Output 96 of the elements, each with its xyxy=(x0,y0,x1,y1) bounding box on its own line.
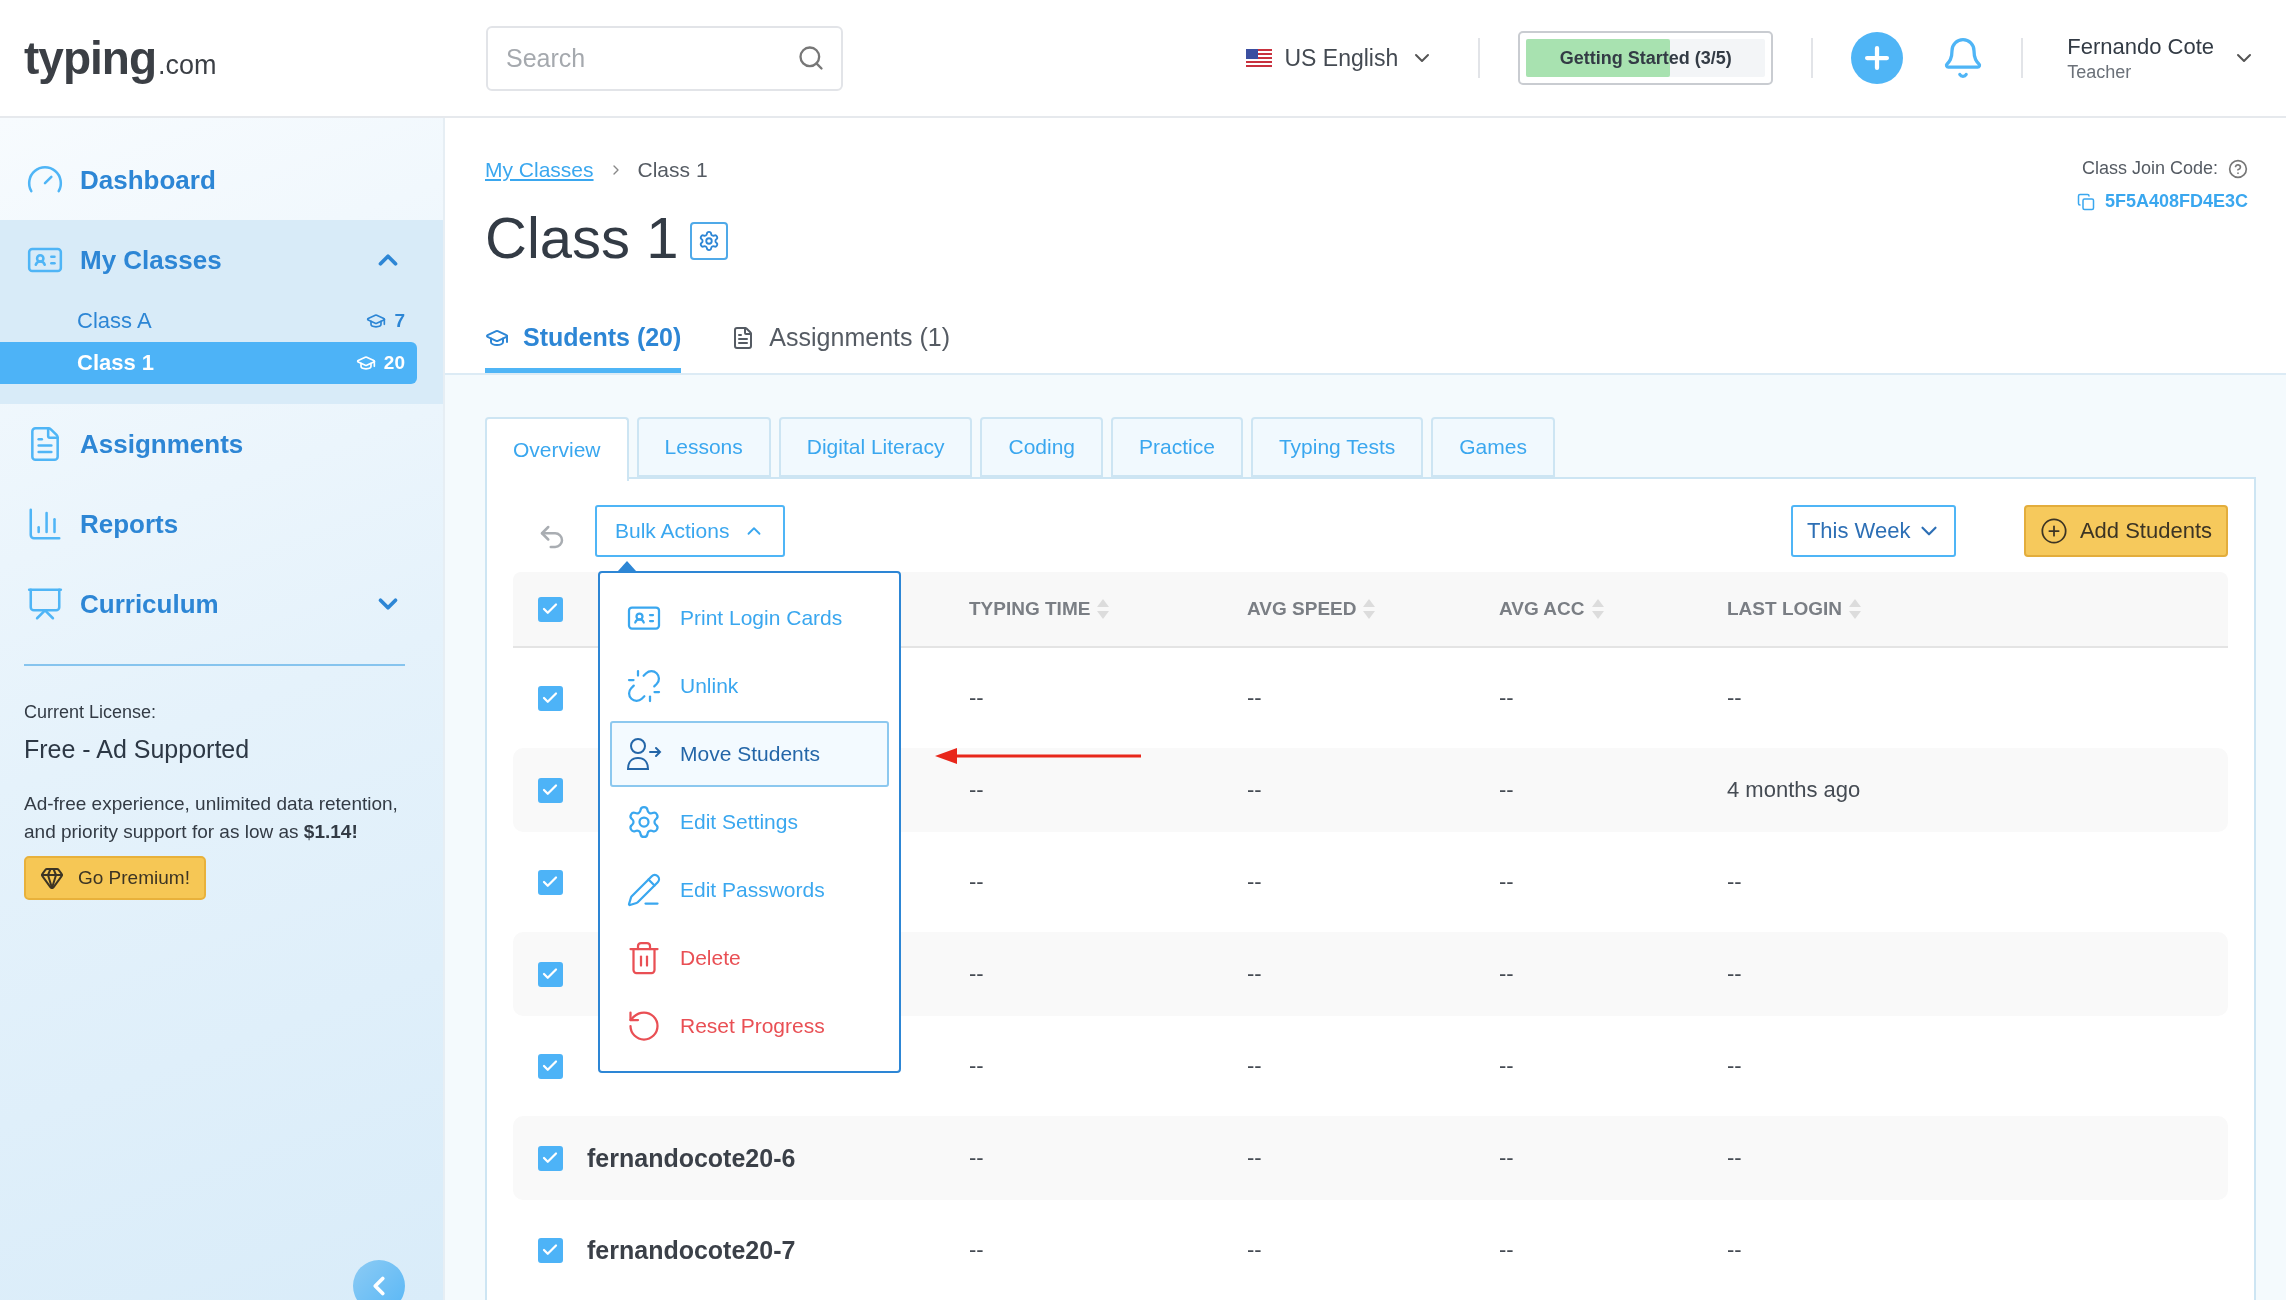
table-cell-text: 4 months ago xyxy=(1727,777,1862,803)
class-settings-button[interactable] xyxy=(690,221,729,260)
language-dropdown[interactable]: US English xyxy=(1240,43,1441,73)
sub-tab[interactable]: Digital Literacy xyxy=(778,417,973,477)
plus-circle-icon xyxy=(2039,517,2068,545)
page-title: Class 1 xyxy=(485,204,679,271)
sort-icon[interactable] xyxy=(1590,598,1605,620)
table-cell-text: -- xyxy=(969,777,985,803)
sort-icon[interactable] xyxy=(1848,598,1863,620)
pencil-icon xyxy=(626,872,662,908)
sub-tab[interactable]: Games xyxy=(1431,417,1555,477)
nav-item[interactable]: My Classes xyxy=(0,220,443,300)
license-plan: Free - Ad Supported xyxy=(24,735,251,764)
table-cell-text: -- xyxy=(1499,961,1515,987)
graduation-cap-icon xyxy=(366,311,387,331)
table-cell-text: -- xyxy=(969,1237,985,1263)
table-cell-text: -- xyxy=(1727,1145,1743,1171)
nav-item[interactable]: Assignments xyxy=(0,404,443,484)
undo-arrow-icon xyxy=(626,1008,662,1044)
join-code[interactable]: 5F5A408FD4E3C xyxy=(2104,191,2248,212)
table-cell-text: -- xyxy=(1499,1237,1515,1263)
table-cell-text: -- xyxy=(1499,777,1515,803)
table-cell-text: -- xyxy=(1247,869,1263,895)
user-menu[interactable]: Fernando Cote Teacher xyxy=(2061,32,2262,84)
collapse-sidebar-button[interactable] xyxy=(353,1260,405,1300)
tab[interactable]: Assignments (1) xyxy=(731,323,950,373)
checkbox[interactable] xyxy=(537,1145,563,1171)
table-cell-text: -- xyxy=(1499,1053,1515,1079)
student-name[interactable]: fernandocote20-6 xyxy=(587,1143,969,1173)
table-cell-text: -- xyxy=(1727,1237,1743,1263)
table-cell-text: -- xyxy=(969,961,985,987)
premium-description: Ad-free experience, unlimited data retention, and priority support for as low as $1.14! xyxy=(24,792,399,844)
table-cell-text: -- xyxy=(1247,777,1263,803)
table-cell-text: -- xyxy=(1499,685,1515,711)
checkbox[interactable] xyxy=(537,961,563,987)
search-icon[interactable] xyxy=(797,43,825,72)
menu-item[interactable]: Move Students xyxy=(610,721,889,787)
nav-item[interactable]: Reports xyxy=(0,484,443,564)
student-name[interactable]: fernandocote20-7 xyxy=(587,1235,969,1265)
settings-icon xyxy=(698,228,721,253)
table-cell-text: -- xyxy=(1247,685,1263,711)
broken-link-icon xyxy=(626,668,662,704)
add-button[interactable] xyxy=(1851,32,1904,84)
column-header[interactable]: LAST LOGIN xyxy=(1727,598,1843,620)
checkbox[interactable] xyxy=(537,1053,563,1079)
sort-icon[interactable] xyxy=(1362,598,1377,620)
breadcrumb-current: Class 1 xyxy=(637,158,708,182)
go-premium-button[interactable]: Go Premium! xyxy=(24,856,206,900)
license-label: Current License: xyxy=(24,702,158,723)
period-dropdown[interactable]: This Week xyxy=(1790,505,1956,557)
getting-started-progress[interactable]: Getting Started (3/5) xyxy=(1518,31,1774,85)
join-code-label: Class Join Code: xyxy=(2081,158,2218,179)
add-students-button[interactable]: Add Students xyxy=(2023,505,2228,557)
breadcrumb-link[interactable]: My Classes xyxy=(485,158,594,182)
search-field[interactable]: Search xyxy=(486,25,843,91)
table-cell-text: -- xyxy=(1247,1237,1263,1263)
class-item[interactable]: Class A 7 xyxy=(0,300,417,342)
column-header[interactable]: TYPING TIME xyxy=(969,598,1091,620)
table-cell-text: -- xyxy=(1247,1145,1263,1171)
checkbox[interactable] xyxy=(537,777,563,803)
flag-icon xyxy=(1246,49,1273,67)
column-header[interactable]: AVG SPEED xyxy=(1247,598,1357,620)
table-cell-text: -- xyxy=(969,1053,985,1079)
graduation-cap-icon xyxy=(355,353,376,373)
table-cell-text: -- xyxy=(1727,961,1743,987)
nav-item[interactable]: Dashboard xyxy=(0,140,443,220)
checkbox[interactable] xyxy=(537,685,563,711)
diamond-icon xyxy=(40,866,64,890)
table-cell-text: -- xyxy=(1499,1145,1515,1171)
table-cell-text: -- xyxy=(969,685,985,711)
sort-icon[interactable] xyxy=(1096,598,1111,620)
sub-tab[interactable]: Typing Tests xyxy=(1250,417,1424,477)
table-cell-text: -- xyxy=(1247,961,1263,987)
help-icon[interactable] xyxy=(2228,158,2248,179)
logo[interactable]: typing.com xyxy=(24,31,486,85)
checkbox[interactable] xyxy=(537,1237,563,1263)
copy-icon[interactable] xyxy=(2076,192,2095,211)
column-header[interactable]: AVG ACC xyxy=(1499,598,1585,620)
table-cell-text: -- xyxy=(1727,685,1743,711)
sub-tab[interactable]: Lessons xyxy=(636,417,771,477)
table-cell-text: -- xyxy=(1727,869,1743,895)
class-item[interactable]: Class 1 20 xyxy=(0,342,417,384)
table-cell-text: -- xyxy=(1247,1053,1263,1079)
person-arrow-icon xyxy=(626,737,662,771)
checkbox[interactable] xyxy=(537,869,563,895)
table-cell-text: -- xyxy=(1727,1053,1743,1079)
table-cell-text: -- xyxy=(969,1145,985,1171)
checkbox[interactable] xyxy=(537,596,563,622)
bulk-actions-button[interactable]: Bulk Actions xyxy=(595,505,786,557)
table-cell-text: -- xyxy=(1499,869,1515,895)
nav-item[interactable]: Curriculum xyxy=(0,564,443,644)
settings-icon xyxy=(626,804,662,840)
sub-tab[interactable]: Practice xyxy=(1111,417,1243,477)
table-cell-text: -- xyxy=(969,869,985,895)
sub-tab[interactable]: Coding xyxy=(980,417,1104,477)
sub-tab[interactable]: Overview xyxy=(485,417,629,481)
